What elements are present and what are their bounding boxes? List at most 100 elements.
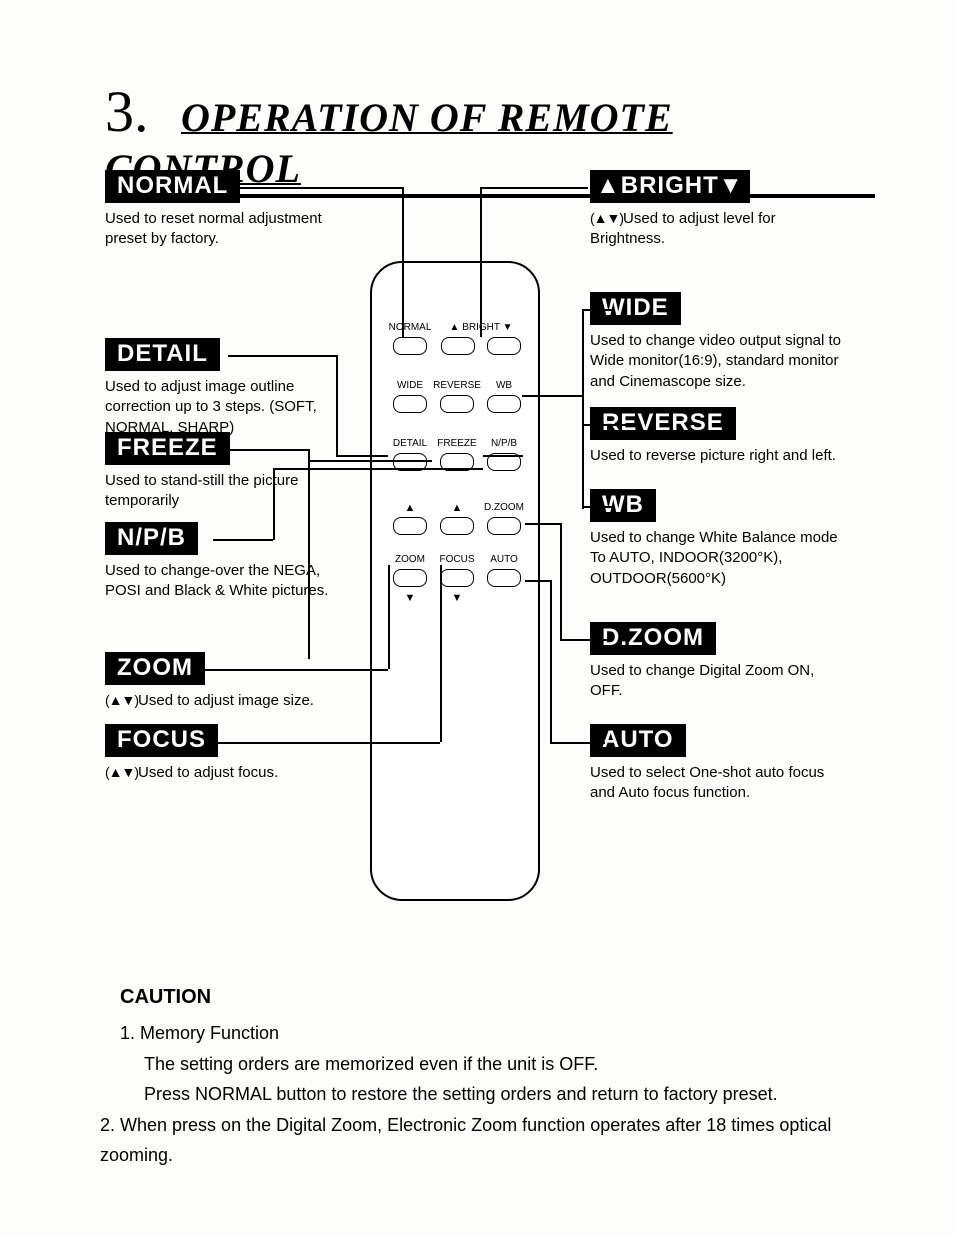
desc-bright: (▲▼)Used to adjust level for Brightness. — [590, 209, 850, 250]
desc-detail: Used to adjust image outline correction … — [105, 377, 330, 438]
connector-line — [480, 187, 482, 337]
button-icon — [440, 517, 474, 535]
desc-auto: Used to select One-shot auto focus and A… — [590, 763, 850, 804]
connector-line — [228, 355, 336, 357]
connector-line — [560, 639, 610, 641]
caution-section: CAUTION 1. Memory Function The setting o… — [80, 980, 900, 1171]
remote-spacer — [481, 593, 527, 603]
button-icon — [393, 395, 427, 413]
label-wb: WB Used to change White Balance mode To … — [590, 489, 850, 589]
remote-btn-reverse: REVERSE — [434, 381, 480, 413]
caution-heading: CAUTION — [120, 980, 900, 1014]
button-icon — [487, 337, 521, 355]
remote-row-1: NORMAL ▲ BRIGHT ▼ — [387, 323, 527, 355]
connector-line — [483, 455, 523, 457]
remote-btn-dzoom: D.ZOOM — [481, 503, 527, 535]
caution-item1-line1: The setting orders are memorized even if… — [144, 1049, 900, 1080]
remote-btn-auto: AUTO — [481, 555, 527, 587]
button-icon — [441, 337, 475, 355]
connector-line — [228, 449, 308, 451]
label-normal: NORMAL Used to reset normal adjustment p… — [105, 170, 330, 250]
connector-line — [273, 468, 275, 540]
connector-line — [522, 395, 582, 397]
connector-line — [560, 523, 562, 639]
remote-body: NORMAL ▲ BRIGHT ▼ WIDE — [370, 261, 540, 901]
remote-btn-normal: NORMAL — [387, 323, 433, 355]
connector-line — [209, 742, 440, 744]
manual-page: 3. OPERATION OF REMOTE CONTROL NORMAL Us… — [0, 0, 954, 1235]
desc-wide: Used to change video output signal to Wi… — [590, 331, 850, 392]
remote-btn-zoom-up: ▲ — [387, 503, 433, 535]
caution-item1-line2: Press NORMAL button to restore the setti… — [144, 1079, 900, 1110]
connector-line — [582, 309, 612, 311]
connector-line — [336, 355, 338, 455]
badge-normal: NORMAL — [105, 170, 240, 203]
button-icon — [440, 395, 474, 413]
connector-line — [200, 669, 388, 671]
remote-btn-focus-up: ▲ — [434, 503, 480, 535]
button-icon — [487, 517, 521, 535]
connector-line — [582, 424, 632, 426]
connector-line — [273, 468, 483, 470]
badge-focus: FOCUS — [105, 724, 218, 757]
connector-line — [388, 565, 390, 669]
desc-dzoom: Used to change Digital Zoom ON, OFF. — [590, 661, 850, 702]
badge-freeze: FREEZE — [105, 432, 230, 465]
desc-wb: Used to change White Balance mode To AUT… — [590, 528, 850, 589]
label-zoom: ZOOM (▲▼)Used to adjust image size. — [105, 652, 330, 711]
label-freeze: FREEZE Used to stand-still the picture t… — [105, 432, 330, 512]
badge-detail: DETAIL — [105, 338, 220, 371]
label-wide: WIDE Used to change video output signal … — [590, 292, 850, 392]
label-reverse: REVERSE Used to reverse picture right an… — [590, 407, 850, 466]
connector-line — [308, 460, 432, 462]
remote-btn-zoom: ZOOM — [387, 555, 433, 587]
label-dzoom: D.ZOOM Used to change Digital Zoom ON, O… — [590, 622, 850, 702]
badge-bright: ▲BRIGHT▼ — [590, 170, 750, 203]
desc-focus: (▲▼)Used to adjust focus. — [105, 763, 330, 783]
label-auto: AUTO Used to select One-shot auto focus … — [590, 724, 850, 804]
remote-btn-zoom-down: ▼ — [387, 593, 433, 603]
desc-reverse: Used to reverse picture right and left. — [590, 446, 850, 466]
button-icon — [487, 569, 521, 587]
connector-line — [480, 187, 588, 189]
remote-row-5: ZOOM FOCUS AUTO — [387, 555, 527, 587]
connector-line — [550, 742, 605, 744]
desc-freeze: Used to stand-still the picture temporar… — [105, 471, 330, 512]
updown-icon: (▲▼) — [105, 692, 138, 708]
remote-btn-freeze: FREEZE — [434, 439, 480, 471]
caution-item1-title: 1. Memory Function — [120, 1018, 900, 1049]
button-icon — [393, 569, 427, 587]
button-icon — [487, 395, 521, 413]
button-icon — [393, 517, 427, 535]
badge-auto: AUTO — [590, 724, 686, 757]
updown-icon: (▲▼) — [590, 210, 623, 226]
label-bright: ▲BRIGHT▼ (▲▼)Used to adjust level for Br… — [590, 170, 850, 250]
badge-zoom: ZOOM — [105, 652, 205, 685]
remote-btn-detail: DETAIL — [387, 439, 433, 471]
connector-line — [402, 187, 404, 337]
remote-row-4: ▲ ▲ D.ZOOM — [387, 503, 527, 535]
section-number: 3. — [105, 79, 149, 144]
desc-normal: Used to reset normal adjustment preset b… — [105, 209, 330, 250]
connector-line — [336, 455, 388, 457]
remote-row-2: WIDE REVERSE WB — [387, 381, 527, 413]
label-detail: DETAIL Used to adjust image outline corr… — [105, 338, 330, 438]
connector-line — [582, 309, 584, 509]
connector-line — [232, 187, 402, 189]
label-focus: FOCUS (▲▼)Used to adjust focus. — [105, 724, 330, 783]
remote-btn-wide: WIDE — [387, 381, 433, 413]
connector-line — [525, 580, 550, 582]
updown-icon: (▲▼) — [105, 764, 138, 780]
caution-item2: 2. When press on the Digital Zoom, Elect… — [100, 1110, 900, 1171]
connector-line — [440, 565, 442, 742]
connector-line — [550, 580, 552, 742]
desc-npb: Used to change-over the NEGA, POSI and B… — [105, 561, 330, 602]
label-npb: N/P/B Used to change-over the NEGA, POSI… — [105, 522, 330, 602]
remote-btn-wb: WB — [481, 381, 527, 413]
connector-line — [308, 449, 310, 659]
button-icon — [393, 337, 427, 355]
connector-line — [582, 506, 612, 508]
connector-line — [525, 523, 560, 525]
remote-row-6: ▼ ▼ — [387, 593, 527, 603]
badge-npb: N/P/B — [105, 522, 198, 555]
